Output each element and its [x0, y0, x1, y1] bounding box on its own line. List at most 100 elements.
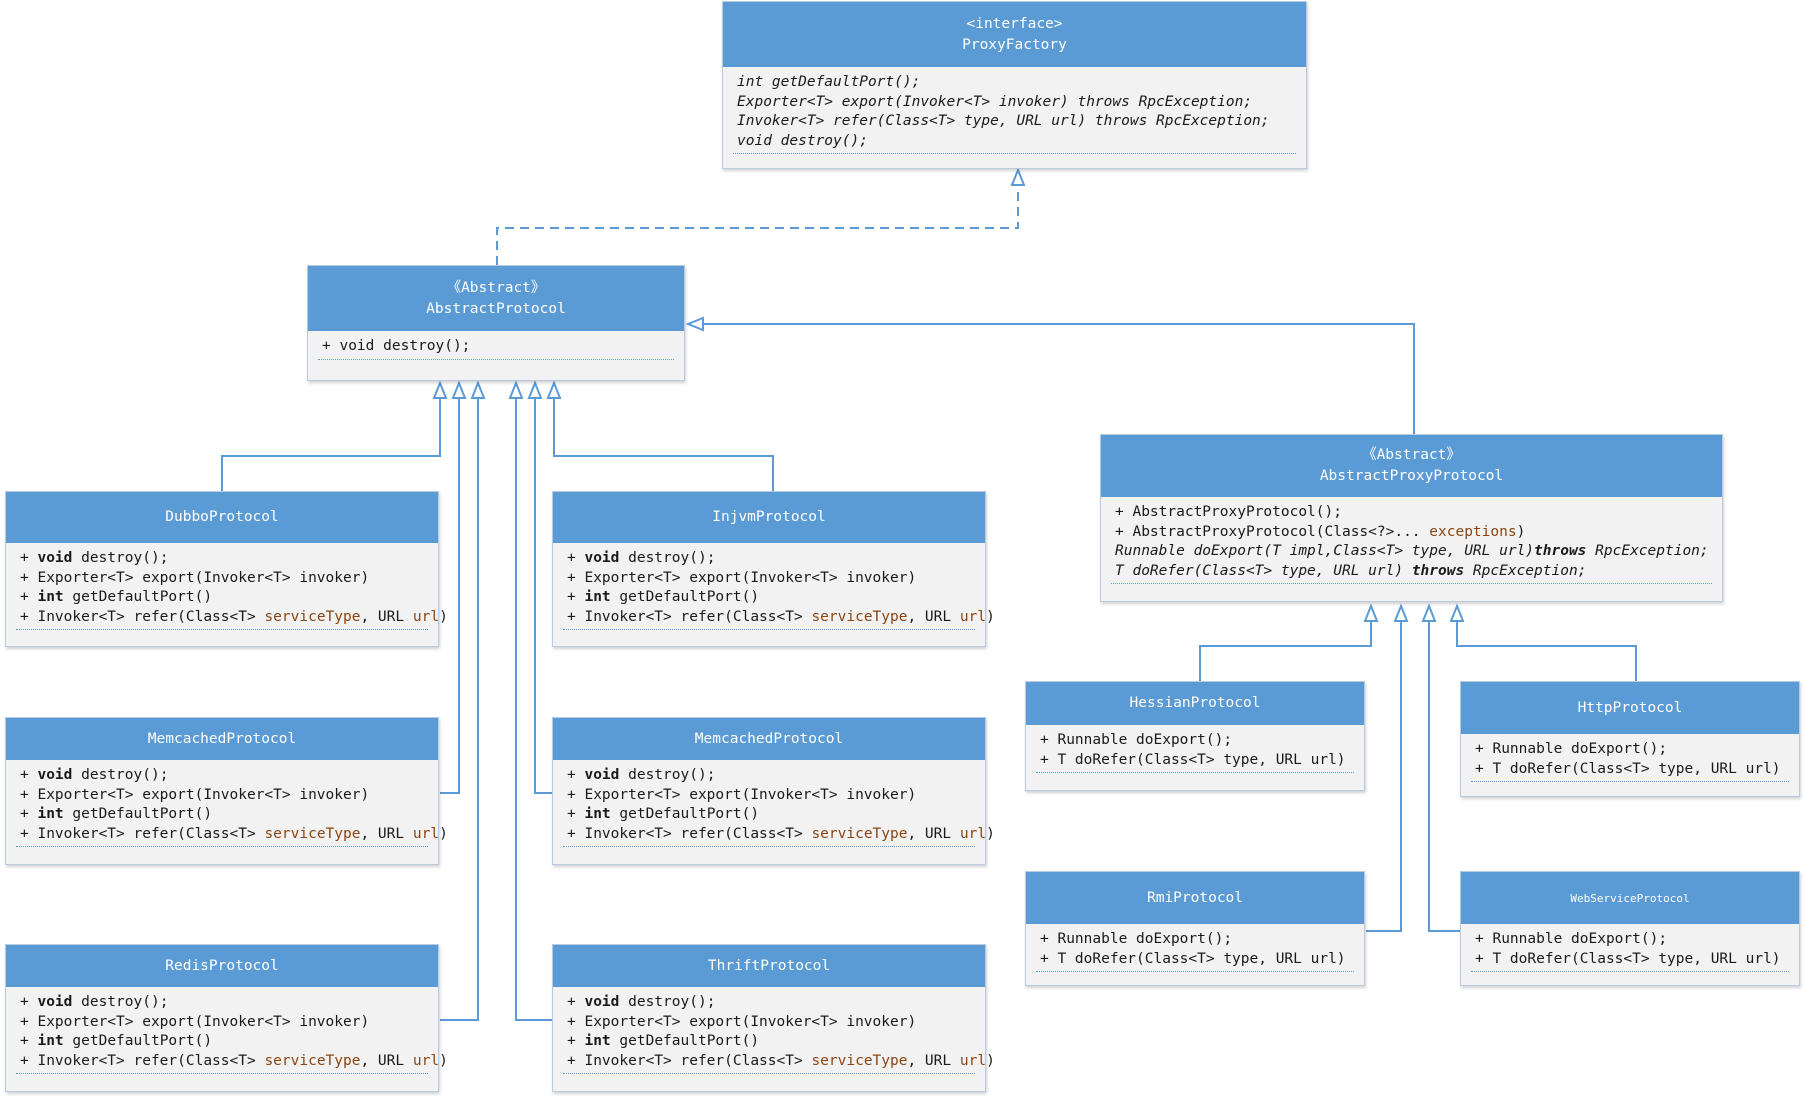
class-name: RedisProtocol	[165, 957, 279, 974]
method-token: + Invoker<T> refer(Class<T>	[20, 1052, 265, 1069]
method-signature: + Invoker<T> refer(Class<T> serviceType,…	[567, 825, 995, 845]
generalization-arrowhead	[1363, 603, 1379, 622]
method-token: throws	[1534, 543, 1587, 559]
method-token: destroy();	[72, 994, 169, 1010]
method-token: Exporter<T> export(Invoker<T> invoker) t…	[737, 93, 1253, 110]
generalization-line	[1456, 621, 1637, 681]
method-token: +	[567, 767, 585, 783]
method-list: + void destroy(); + Exporter<T> export(In…	[16, 543, 448, 630]
method-list: int getDefaultPort(); Exporter<T> export(…	[733, 67, 1296, 154]
class-abstract-protocol[interactable]: 《Abstract》 AbstractProtocol + void destr…	[307, 265, 685, 381]
class-header: <interface> ProxyFactory	[723, 2, 1306, 67]
method-token: +	[20, 806, 38, 822]
method-token: + T doRefer(Class<T> type, URL url)	[1475, 950, 1781, 967]
class-name: HttpProtocol	[1577, 699, 1683, 716]
method-token: +	[567, 550, 585, 566]
method-list: + void destroy();	[318, 331, 674, 360]
interface-proxy-factory[interactable]: <interface> ProxyFactory int getDefaultP…	[722, 1, 1307, 169]
class-name: InjvmProtocol	[712, 509, 826, 525]
method-token: serviceType	[811, 825, 908, 842]
method-token: )	[986, 608, 995, 625]
class-redis-protocol[interactable]: RedisProtocol + void destroy(); + Exporte…	[5, 944, 448, 1092]
method-token: +	[20, 1033, 38, 1049]
method-signature: int getDefaultPort();	[737, 73, 1292, 93]
class-name: AbstractProtocol	[426, 300, 566, 317]
class-header: RedisProtocol	[6, 945, 438, 987]
generalization-arrowhead	[685, 316, 704, 332]
generalization-arrowhead	[1449, 603, 1465, 622]
generalization-line	[534, 398, 552, 794]
class-http-protocol[interactable]: HttpProtocol + Runnable doExport(); + T d…	[1460, 681, 1800, 797]
method-signature: + T doRefer(Class<T> type, URL url)	[1475, 760, 1785, 780]
method-token: +	[567, 1033, 585, 1049]
realization-arrowhead	[1010, 167, 1026, 186]
generalization-arrowhead	[1421, 603, 1437, 622]
method-signature: + void destroy();	[20, 766, 424, 786]
class-hessian-protocol[interactable]: HessianProtocol + Runnable doExport(); + …	[1025, 681, 1365, 791]
method-token: Invoker<T> refer(Class<T> type, URL url)…	[737, 113, 1270, 129]
method-signature: + Exporter<T> export(Invoker<T> invoker)	[20, 786, 424, 806]
method-signature: + AbstractProxyProtocol(Class<?>... exce…	[1115, 523, 1708, 543]
class-memcached-protocol-right[interactable]: MemcachedProtocol + void destroy(); + Exp…	[552, 717, 995, 865]
class-thrift-protocol[interactable]: ThriftProtocol + void destroy(); + Export…	[552, 944, 995, 1092]
method-list: + void destroy(); + Exporter<T> export(In…	[16, 760, 448, 847]
generalization-line	[553, 398, 774, 491]
method-signature: + Runnable doExport();	[1475, 740, 1785, 760]
method-token: getDefaultPort()	[63, 806, 213, 822]
method-token: +	[20, 550, 38, 566]
method-token: , URL	[907, 1052, 960, 1069]
method-signature: + T doRefer(Class<T> type, URL url)	[1475, 950, 1785, 970]
class-header: HttpProtocol	[1461, 682, 1799, 734]
method-token: +	[567, 589, 585, 605]
method-token: int	[37, 1033, 64, 1049]
class-dubbo-protocol[interactable]: DubboProtocol + void destroy(); + Exporte…	[5, 491, 448, 647]
class-memcached-protocol-left[interactable]: MemcachedProtocol + void destroy(); + Exp…	[5, 717, 448, 865]
class-web-service-protocol[interactable]: WebServiceProtocol + Runnable doExport()…	[1460, 871, 1800, 986]
generalization-arrowhead	[470, 380, 486, 399]
method-token: destroy();	[72, 550, 169, 566]
class-rmi-protocol[interactable]: RmiProtocol + Runnable doExport(); + T do…	[1025, 871, 1365, 986]
generalization-arrowhead	[451, 380, 467, 399]
method-token: + Invoker<T> refer(Class<T>	[567, 608, 812, 625]
method-signature: + Exporter<T> export(Invoker<T> invoker)	[567, 1013, 971, 1033]
method-signature: + int getDefaultPort()	[567, 805, 971, 825]
method-list: + void destroy(); + Exporter<T> export(In…	[563, 760, 995, 847]
method-token: int getDefaultPort();	[737, 74, 921, 90]
method-token: )	[1516, 523, 1526, 540]
method-token: + T doRefer(Class<T> type, URL url)	[1040, 950, 1346, 967]
method-signature: + void destroy();	[322, 337, 670, 357]
method-token: + Invoker<T> refer(Class<T>	[567, 825, 812, 842]
class-header: 《Abstract》 AbstractProxyProtocol	[1101, 435, 1722, 497]
method-token: destroy();	[72, 767, 169, 783]
method-signature: + Exporter<T> export(Invoker<T> invoker)	[567, 786, 971, 806]
method-token: + Runnable doExport();	[1040, 732, 1233, 748]
class-name: AbstractProxyProtocol	[1319, 468, 1504, 484]
method-signature: + int getDefaultPort()	[20, 588, 424, 608]
method-token: )	[439, 608, 448, 625]
method-token: +	[20, 589, 38, 605]
method-signature: + Invoker<T> refer(Class<T> serviceType,…	[20, 1052, 448, 1072]
class-abstract-proxy-protocol[interactable]: 《Abstract》 AbstractProxyProtocol + Abstr…	[1100, 434, 1723, 602]
method-signature: + void destroy();	[20, 993, 424, 1013]
method-list: + void destroy(); + Exporter<T> export(In…	[563, 987, 995, 1074]
method-list: + AbstractProxyProtocol(); + AbstractProx…	[1111, 497, 1712, 584]
method-token: + Runnable doExport();	[1475, 931, 1668, 947]
generalization-line	[1199, 621, 1372, 681]
method-token: url	[412, 825, 440, 842]
method-token: + Exporter<T> export(Invoker<T> invoker)	[20, 786, 370, 803]
class-injvm-protocol[interactable]: InjvmProtocol + void destroy(); + Exporte…	[552, 491, 995, 647]
method-token: + T doRefer(Class<T> type, URL url)	[1475, 760, 1781, 777]
method-token: void destroy();	[737, 132, 868, 149]
method-token: +	[20, 994, 38, 1010]
method-list: + Runnable doExport(); + T doRefer(Class<…	[1471, 734, 1789, 782]
method-signature: + Runnable doExport();	[1475, 930, 1785, 950]
method-token: exceptions	[1429, 523, 1517, 540]
method-token: )	[986, 1052, 995, 1069]
class-name: RmiProtocol	[1146, 889, 1244, 906]
method-token: serviceType	[264, 825, 361, 842]
class-header: DubboProtocol	[6, 492, 438, 543]
method-token: getDefaultPort()	[610, 806, 760, 822]
method-token: + Runnable doExport();	[1040, 931, 1233, 947]
method-signature: T doRefer(Class<T> type, URL url) throws…	[1115, 562, 1708, 582]
generalization-line	[1366, 621, 1402, 932]
